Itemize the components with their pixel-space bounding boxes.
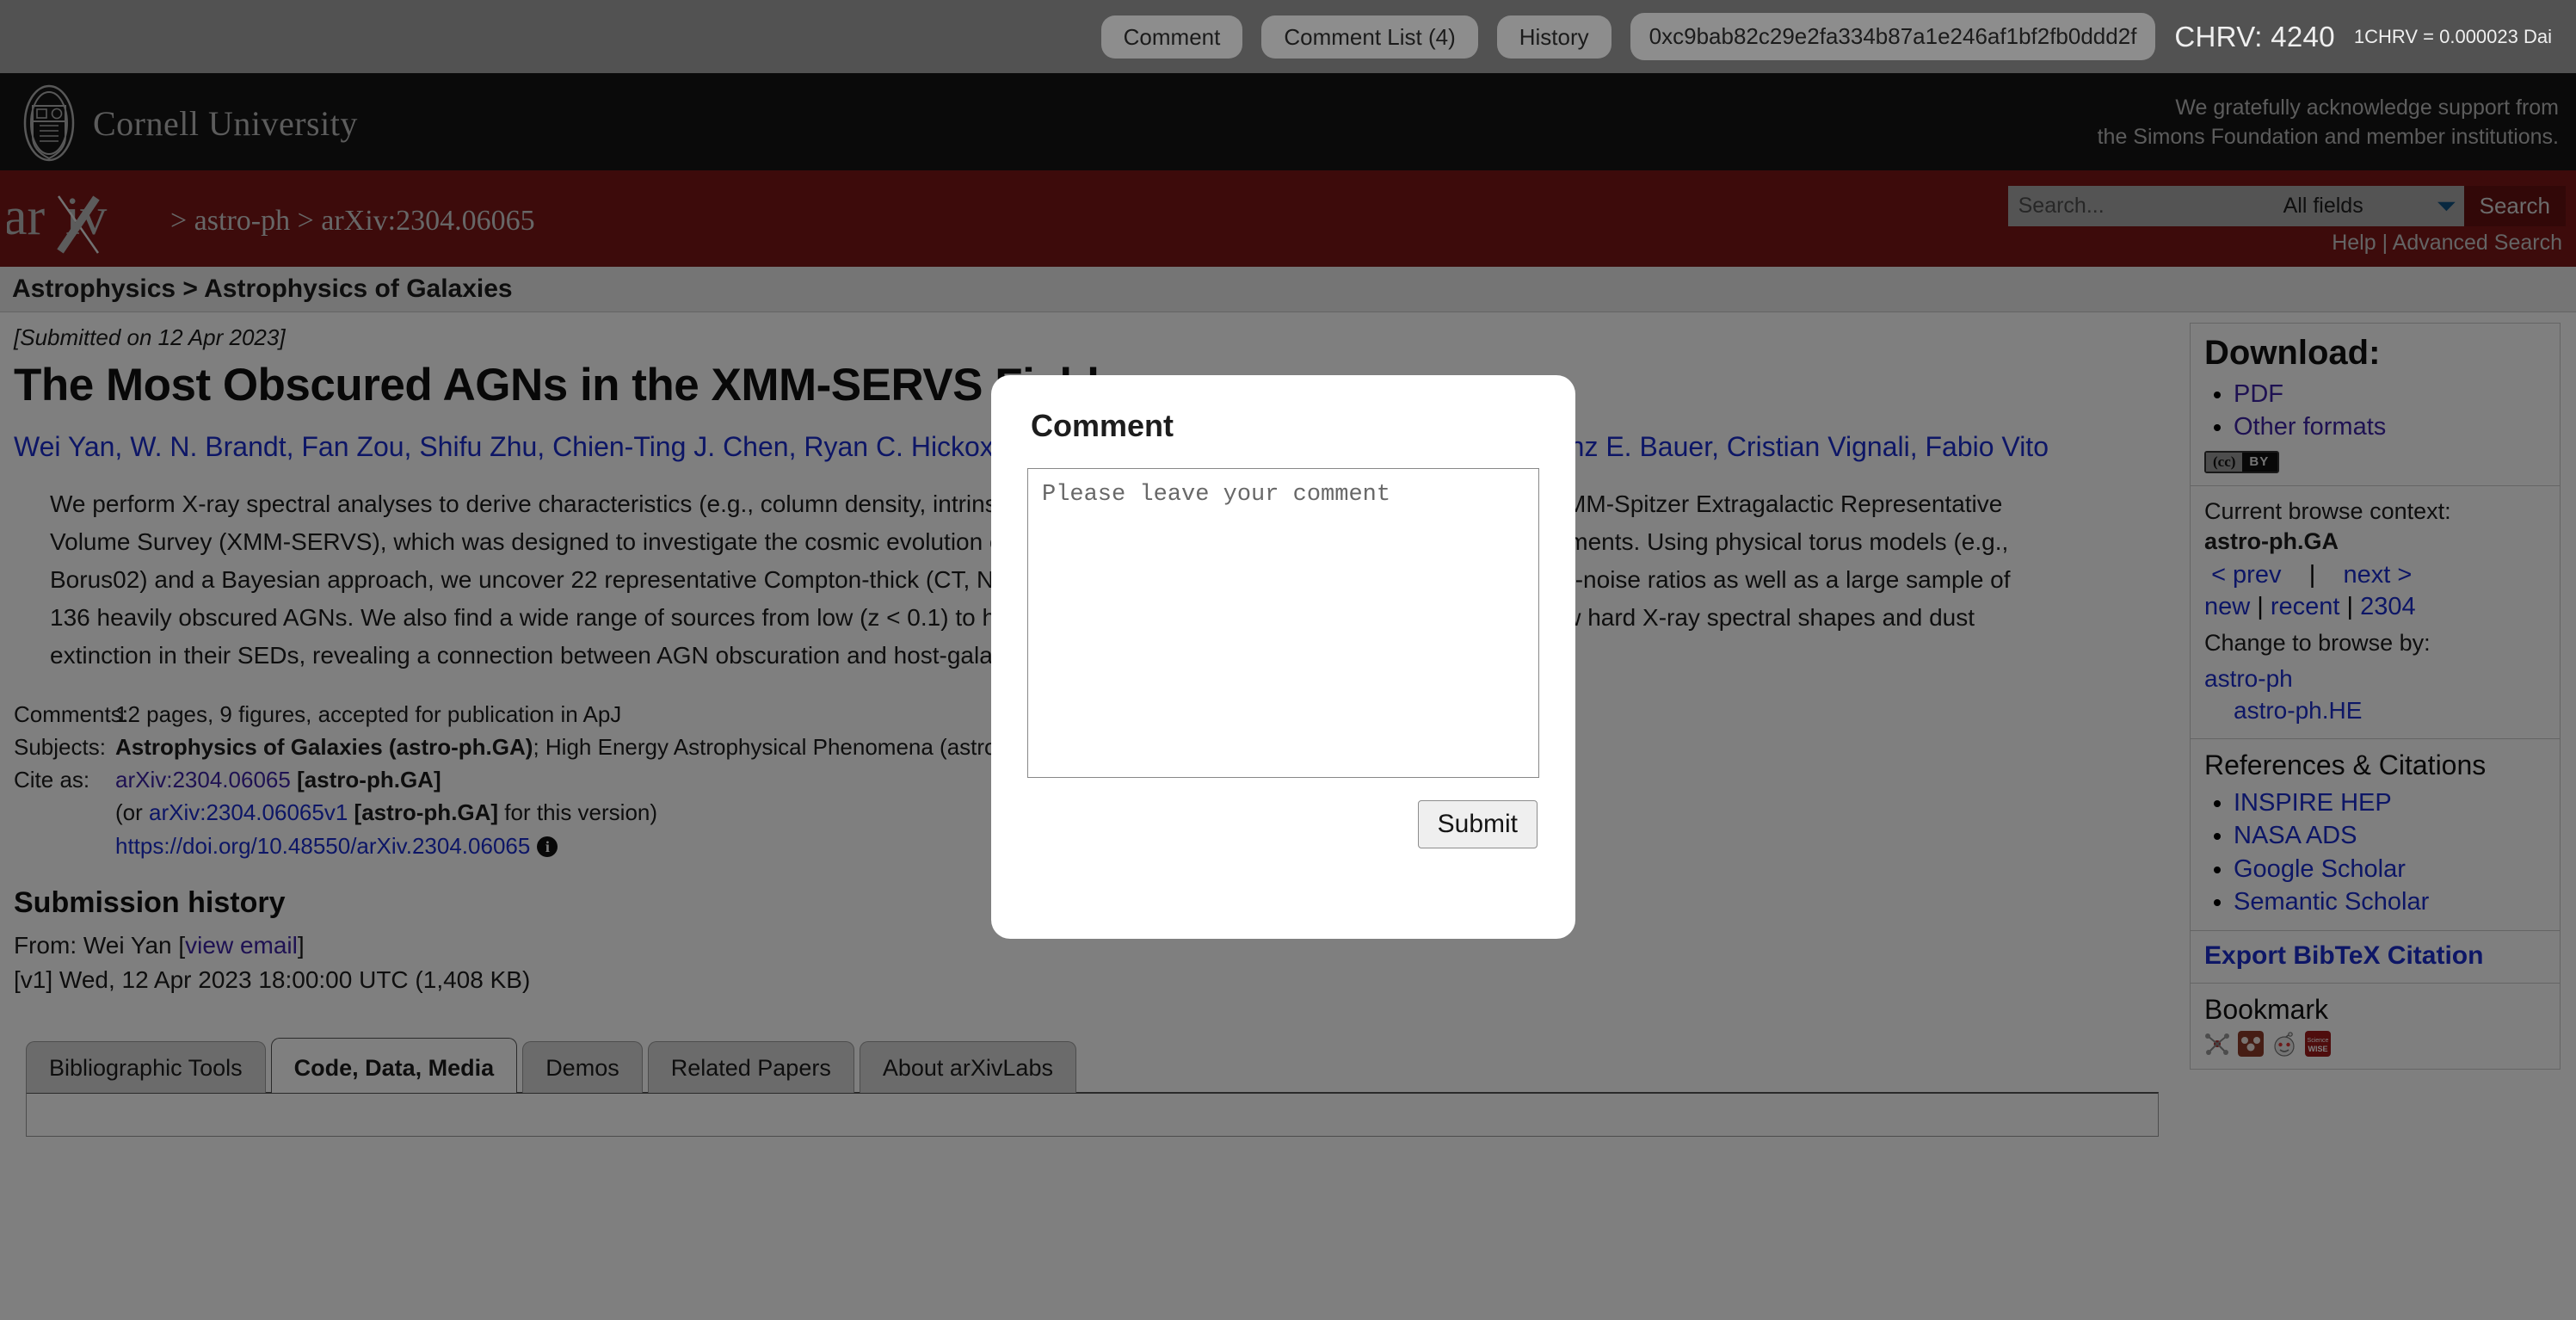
modal-actions: Submit xyxy=(1027,800,1539,848)
modal-title: Comment xyxy=(1031,408,1174,443)
comment-input[interactable] xyxy=(1027,468,1539,778)
extension-toolbar: Comment Comment List (4) History 0xc9bab… xyxy=(0,0,2576,73)
submit-button[interactable]: Submit xyxy=(1417,800,1538,848)
wallet-address[interactable]: 0xc9bab82c29e2fa334b87a1e246af1bf2fb0ddd… xyxy=(1630,13,2156,60)
chrv-exchange-rate: 1CHRV = 0.000023 Dai xyxy=(2353,25,2552,47)
comment-modal: Comment Submit xyxy=(991,375,1575,939)
comment-button[interactable]: Comment xyxy=(1100,15,1243,59)
history-button[interactable]: History xyxy=(1496,15,1612,59)
chrv-balance: CHRV: 4240 xyxy=(2174,20,2335,52)
comment-list-button[interactable]: Comment List (4) xyxy=(1261,15,1478,59)
